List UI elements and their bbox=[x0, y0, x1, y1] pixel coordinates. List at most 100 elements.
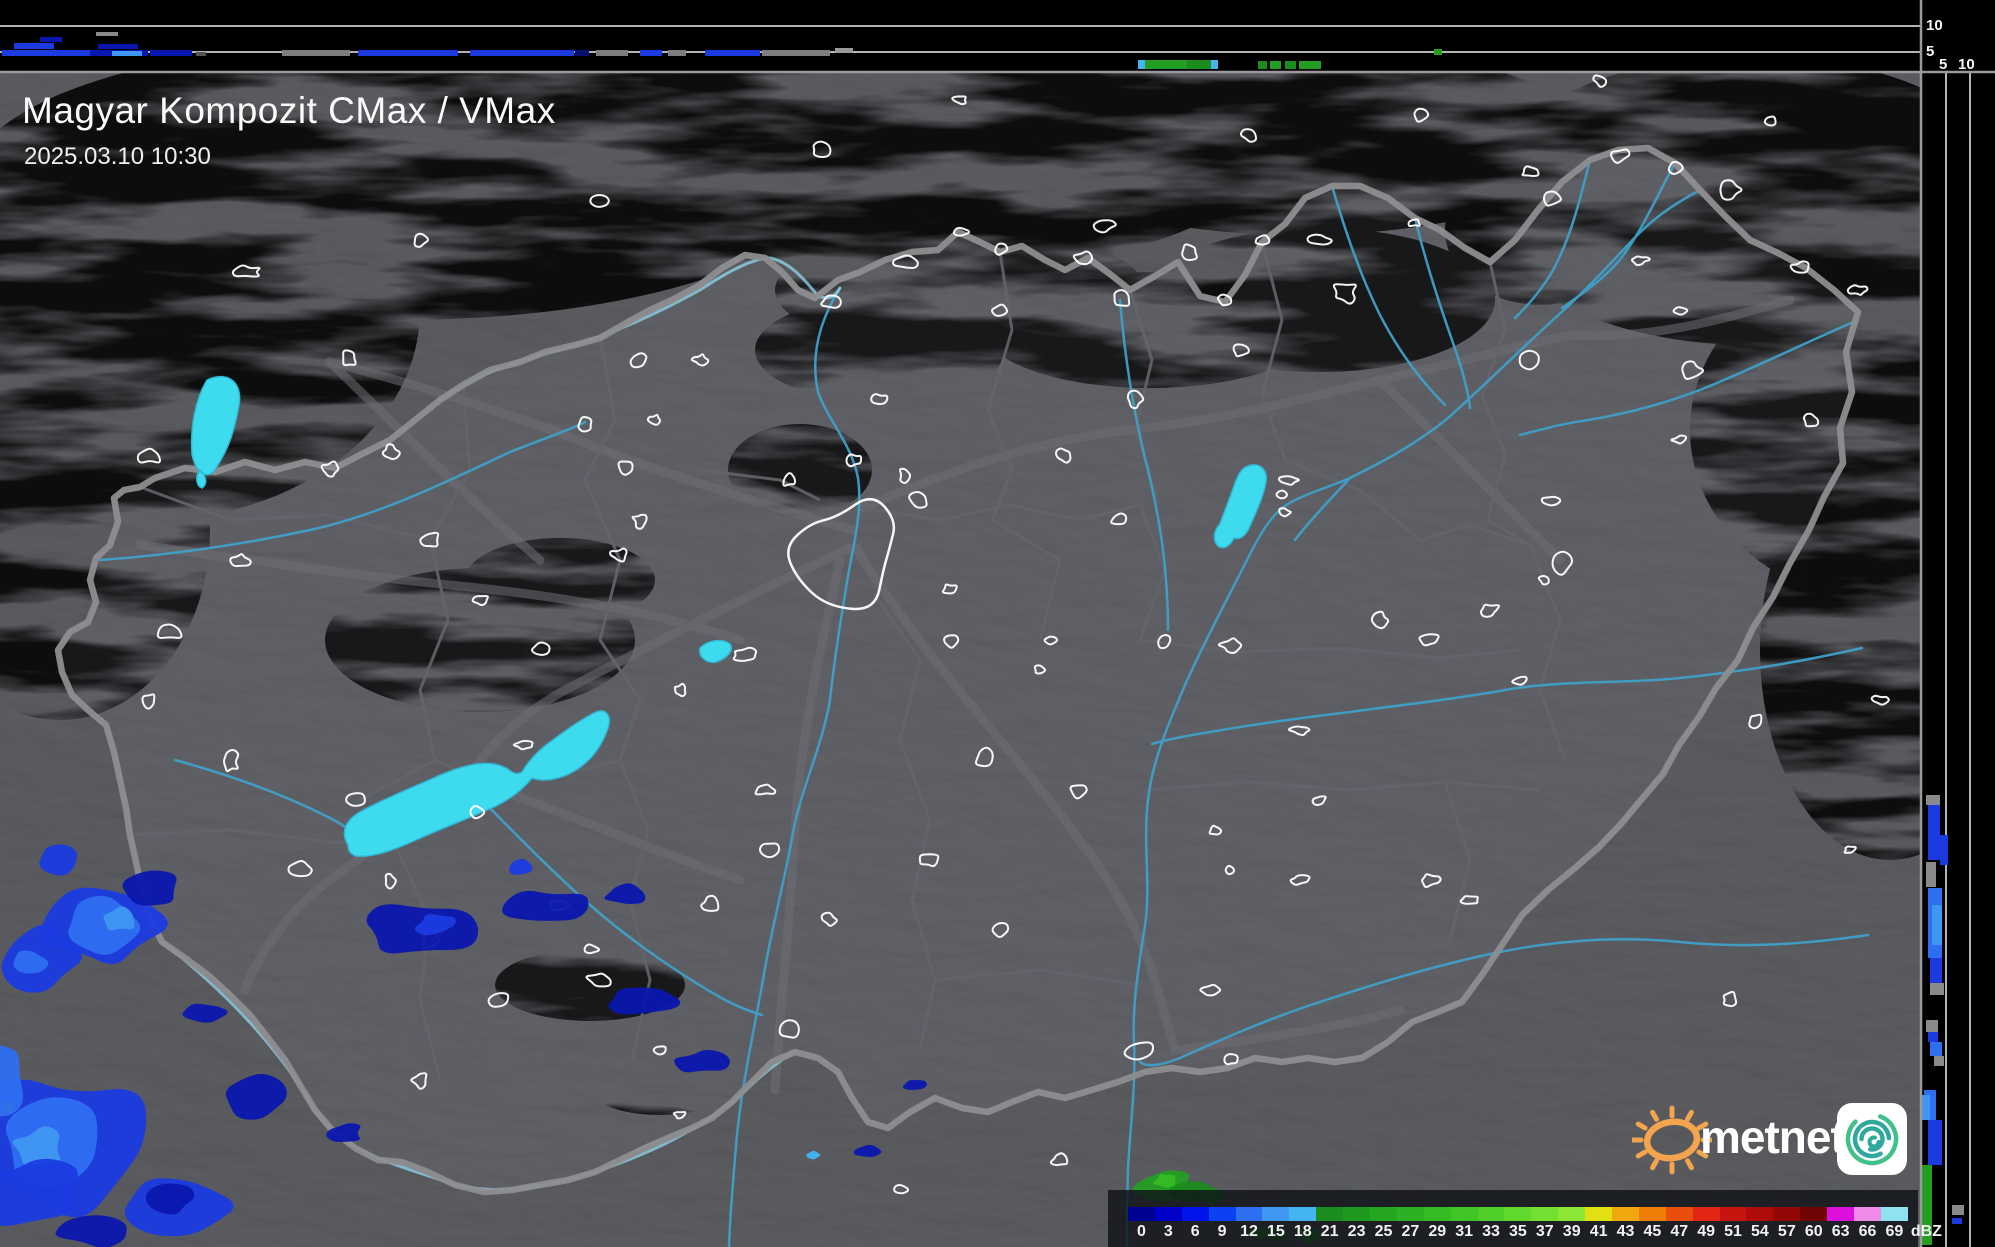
logo-wordmark: metnet bbox=[1700, 1111, 1846, 1163]
profile-echo-segment bbox=[1434, 49, 1442, 55]
profile-echo-segment bbox=[1928, 1120, 1942, 1165]
legend-label: 27 bbox=[1401, 1223, 1420, 1240]
profile-echo-segment bbox=[1930, 958, 1942, 983]
profile-echo-segment bbox=[1928, 1032, 1938, 1042]
profile-echo-segment bbox=[1187, 60, 1211, 69]
dbz-colorbar-labels: 0 3 6 9 12 15 18 21 23 25 27 29 31 33 35 37 39 41 43 45 47 49… bbox=[1128, 1223, 1957, 1241]
profile-echo-segment bbox=[1922, 1095, 1930, 1120]
profile-echo-segment bbox=[1926, 795, 1940, 805]
page-title: Magyar Kompozit CMax / VMax bbox=[22, 90, 556, 131]
map-area bbox=[0, 72, 1921, 1247]
radar-echo-blob bbox=[502, 890, 589, 921]
legend-cell bbox=[1746, 1207, 1774, 1221]
legend-cell bbox=[1827, 1207, 1855, 1221]
profile-echo-segment bbox=[1934, 1056, 1944, 1066]
profile-echo-segment bbox=[640, 50, 662, 56]
legend-cell bbox=[1262, 1207, 1290, 1221]
right-axis-label-10: 10 bbox=[1958, 56, 1975, 73]
legend-cell bbox=[1585, 1207, 1613, 1221]
legend-cell bbox=[1531, 1207, 1559, 1221]
right-axis-label-5: 5 bbox=[1939, 56, 1948, 73]
legend-label: 3 bbox=[1163, 1223, 1173, 1240]
legend-cell bbox=[1316, 1207, 1344, 1221]
profile-echo-segment bbox=[1930, 1042, 1942, 1056]
legend-cell bbox=[1154, 1207, 1182, 1221]
profile-echo-segment bbox=[668, 50, 686, 56]
legend-label: 60 bbox=[1804, 1223, 1823, 1240]
legend-label: 57 bbox=[1777, 1223, 1796, 1240]
profile-echo-segment bbox=[1928, 805, 1940, 860]
profile-echo-segment bbox=[1940, 835, 1948, 865]
top-axis-label-5: 5 bbox=[1926, 43, 1935, 60]
profile-echo-segment bbox=[282, 50, 350, 56]
profile-echo-segment bbox=[705, 50, 760, 56]
profile-echo-segment bbox=[14, 43, 54, 49]
legend-cell bbox=[1181, 1207, 1209, 1221]
profile-echo-segment bbox=[358, 50, 458, 56]
dbz-colorbar bbox=[1128, 1207, 1908, 1221]
profile-echo-segment bbox=[1930, 983, 1944, 995]
legend-cell bbox=[1880, 1207, 1908, 1221]
legend-cell bbox=[1854, 1207, 1881, 1221]
legend-label: 51 bbox=[1724, 1223, 1742, 1240]
profile-echo-segment bbox=[150, 50, 192, 56]
profile-echo-segment bbox=[1299, 61, 1321, 69]
legend-cell bbox=[1504, 1207, 1532, 1221]
legend-cell bbox=[1477, 1207, 1505, 1221]
legend-label: 31 bbox=[1455, 1223, 1474, 1240]
legend-label: 69 bbox=[1885, 1223, 1904, 1240]
profile-echo-segment bbox=[40, 37, 62, 42]
spiral-app-icon bbox=[1837, 1103, 1907, 1175]
legend-label: 41 bbox=[1589, 1223, 1608, 1240]
profile-echo-segment bbox=[575, 50, 589, 56]
legend-label: 39 bbox=[1562, 1223, 1581, 1240]
profile-echo-segment bbox=[112, 51, 142, 56]
legend-label: 12 bbox=[1240, 1223, 1258, 1240]
legend-cell bbox=[1800, 1207, 1828, 1221]
profile-echo-segment bbox=[1258, 61, 1267, 69]
legend-cell bbox=[1450, 1207, 1478, 1221]
radar-map-canvas bbox=[0, 0, 1995, 1247]
profile-echo-segment bbox=[96, 32, 118, 36]
legend-label: 33 bbox=[1482, 1223, 1500, 1240]
legend-label: 66 bbox=[1858, 1223, 1877, 1240]
legend-band: 0 3 6 9 12 15 18 21 23 25 27 29 31 33 35 37 39 41 43 45 47 49… bbox=[1108, 1190, 1942, 1247]
radar-product-screen: Magyar Kompozit CMax / VMax 2025.03.10 1… bbox=[0, 0, 1995, 1247]
profile-echo-segment bbox=[1211, 60, 1218, 69]
legend-label: 6 bbox=[1190, 1223, 1200, 1240]
legend-label: 35 bbox=[1509, 1223, 1527, 1240]
legend-unit-label: dBZ bbox=[1910, 1223, 1942, 1240]
legend-cell bbox=[1289, 1207, 1317, 1221]
profile-echo-segment bbox=[1926, 862, 1936, 887]
legend-label: 29 bbox=[1428, 1223, 1447, 1240]
legend-label: 0 bbox=[1136, 1223, 1146, 1240]
legend-label: 9 bbox=[1217, 1223, 1227, 1240]
legend-cell bbox=[1370, 1207, 1397, 1221]
profile-echo-segment bbox=[1270, 61, 1281, 69]
profile-echo-segment bbox=[2, 50, 90, 56]
legend-label: 18 bbox=[1293, 1223, 1312, 1240]
legend-cell bbox=[1558, 1207, 1586, 1221]
legend-cell bbox=[1638, 1207, 1666, 1221]
legend-label: 21 bbox=[1320, 1223, 1339, 1240]
branding-block: metnet bbox=[1632, 1096, 1918, 1182]
legend-label: 37 bbox=[1535, 1223, 1554, 1240]
profile-echo-segment bbox=[98, 44, 138, 49]
legend-label: 23 bbox=[1347, 1223, 1366, 1240]
legend-cell bbox=[1235, 1207, 1263, 1221]
profile-echo-segment bbox=[835, 48, 853, 53]
legend-cell bbox=[1665, 1207, 1693, 1221]
legend-cell bbox=[1423, 1207, 1451, 1221]
legend-cell bbox=[1396, 1207, 1424, 1221]
profile-echo-segment bbox=[1145, 60, 1187, 69]
right-profile-panel bbox=[1921, 72, 1995, 1247]
legend-cell bbox=[1343, 1207, 1371, 1221]
profile-echo-segment bbox=[196, 52, 206, 56]
profile-echo-segment bbox=[596, 50, 628, 56]
legend-cell bbox=[1692, 1207, 1720, 1221]
profile-echo-segment bbox=[762, 50, 830, 56]
profile-echo-segment bbox=[1138, 60, 1145, 69]
legend-label: 47 bbox=[1670, 1223, 1689, 1240]
profile-echo-segment bbox=[1932, 905, 1942, 945]
legend-label: 25 bbox=[1374, 1223, 1393, 1240]
